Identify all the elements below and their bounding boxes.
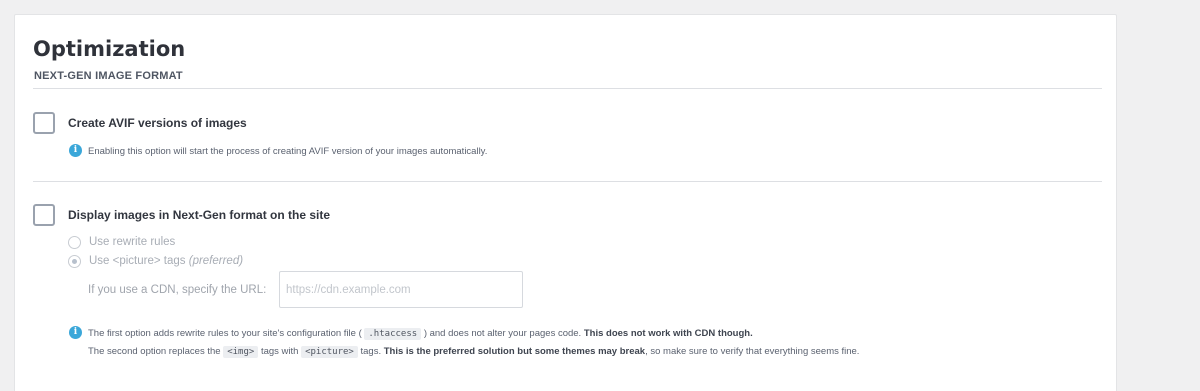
info-text-segment: ) and does not alter your pages code.: [423, 328, 582, 339]
htaccess-code: .htaccess: [364, 328, 422, 340]
picture-tags-radio[interactable]: [68, 255, 81, 268]
optimization-panel: Optimization NEXT-GEN IMAGE FORMAT Creat…: [14, 14, 1117, 391]
option-divider: [33, 181, 1102, 182]
info-warning-bold: This does not work with CDN though.: [583, 328, 753, 339]
display-nextgen-label[interactable]: Display images in Next-Gen format on the…: [68, 208, 330, 222]
rewrite-rules-label[interactable]: Use rewrite rules: [89, 236, 175, 248]
info-text-segment: The second option replaces the: [88, 346, 221, 357]
cdn-label: If you use a CDN, specify the URL:: [88, 284, 267, 296]
rewrite-rules-radio[interactable]: [68, 236, 81, 249]
info-icon: i: [69, 326, 82, 339]
display-nextgen-checkbox[interactable]: [33, 204, 55, 226]
header-divider: [33, 88, 1102, 89]
info-preferred-bold: This is the preferred solution but some …: [383, 346, 646, 357]
avif-label[interactable]: Create AVIF versions of images: [68, 116, 247, 130]
info-text-segment: tags with: [260, 346, 299, 357]
info-text-segment: The first option adds rewrite rules to y…: [88, 328, 362, 339]
picture-tags-text: Use <picture> tags: [89, 255, 186, 267]
preferred-note: (preferred): [188, 255, 244, 267]
section-title: Optimization: [33, 37, 186, 61]
info-text-segment: tags.: [360, 346, 382, 357]
picture-code: <picture>: [301, 346, 358, 358]
info-text-segment: , so make sure to verify that everything…: [645, 346, 860, 357]
avif-checkbox[interactable]: [33, 112, 55, 134]
avif-info-text: Enabling this option will start the proc…: [88, 146, 488, 157]
picture-tags-label[interactable]: Use <picture> tags (preferred): [89, 255, 243, 267]
img-code: <img>: [223, 346, 259, 358]
display-info-line2: The second option replaces the <img> tag…: [88, 346, 860, 358]
info-icon: i: [69, 144, 82, 157]
section-subtitle: NEXT-GEN IMAGE FORMAT: [34, 70, 183, 82]
cdn-url-input[interactable]: [279, 271, 523, 308]
display-info-line1: The first option adds rewrite rules to y…: [88, 328, 753, 340]
